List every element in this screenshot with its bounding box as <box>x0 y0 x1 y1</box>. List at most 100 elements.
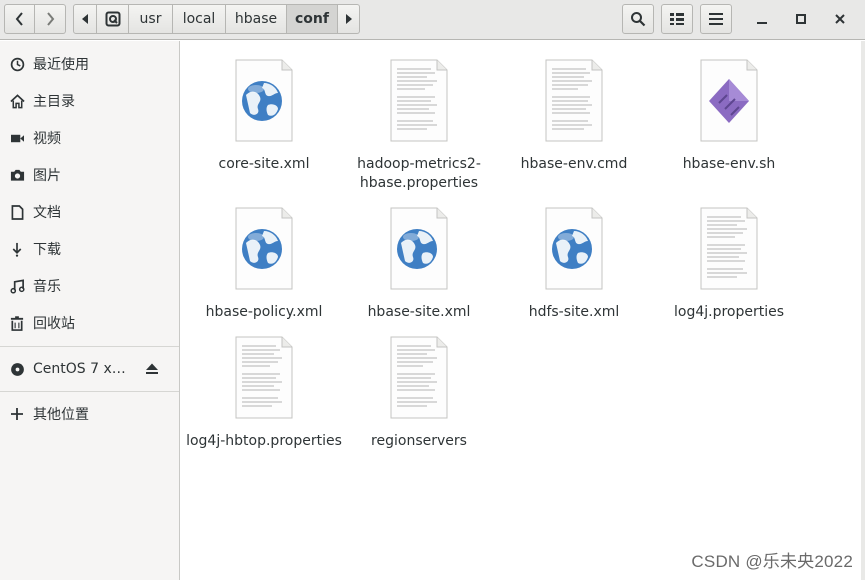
disc-icon <box>9 361 25 377</box>
path-crumb-usr[interactable]: usr <box>129 4 173 34</box>
minimize-button[interactable] <box>750 7 774 31</box>
sidebar-item-trash[interactable]: 回收站 <box>0 306 179 340</box>
sidebar-item-videos[interactable]: 视频 <box>0 121 179 155</box>
home-icon <box>9 93 25 109</box>
web-document-icon <box>232 59 296 147</box>
file-name: hdfs-site.xml <box>528 304 620 320</box>
sidebar-item-label: 图片 <box>33 168 61 184</box>
view-mode-button[interactable] <box>661 4 693 34</box>
header-bar: usr local hbase conf <box>0 0 865 40</box>
sidebar-item-label: CentOS 7 x… <box>33 361 126 377</box>
text-document-icon <box>387 336 451 424</box>
list-view-icon <box>670 13 684 25</box>
triangle-left-icon <box>82 14 88 24</box>
path-root-button[interactable] <box>97 4 129 34</box>
sidebar-item-documents[interactable]: 文档 <box>0 195 179 229</box>
sidebar-item-other-locations[interactable]: 其他位置 <box>0 397 179 431</box>
crumb-label: conf <box>295 11 329 27</box>
file-item[interactable]: core-site.xml <box>184 59 344 174</box>
close-icon <box>835 14 845 24</box>
file-name: hadoop-metrics2-hbase.properties <box>357 156 481 191</box>
chevron-left-icon <box>15 12 23 26</box>
chevron-right-icon <box>47 12 55 26</box>
file-name: hbase-policy.xml <box>205 304 323 320</box>
menu-button[interactable] <box>700 4 732 34</box>
sidebar-item-music[interactable]: 音乐 <box>0 269 179 303</box>
sidebar-item-home[interactable]: 主目录 <box>0 84 179 118</box>
download-icon <box>9 241 25 257</box>
sidebar-item-label: 下载 <box>33 242 61 258</box>
places-sidebar: 最近使用 主目录 视频 图片 文档 下载 音乐 回收站 CentOS 7 x… … <box>0 41 180 580</box>
file-name: hbase-env.cmd <box>520 156 628 172</box>
sidebar-separator <box>0 346 179 347</box>
sidebar-item-label: 主目录 <box>33 94 75 110</box>
triangle-right-icon <box>345 14 352 24</box>
web-document-icon <box>232 207 296 295</box>
file-item[interactable]: hdfs-site.xml <box>494 207 654 322</box>
path-crumb-hbase[interactable]: hbase <box>226 4 287 34</box>
file-item[interactable]: hbase-site.xml <box>339 207 499 322</box>
file-name: log4j-hbtop.properties <box>186 433 342 449</box>
text-document-icon <box>697 207 761 295</box>
eject-button[interactable] <box>143 361 161 377</box>
search-icon <box>631 12 646 27</box>
video-icon <box>9 130 25 146</box>
crumb-label: usr <box>139 11 162 27</box>
file-item[interactable]: hbase-env.cmd <box>494 59 654 174</box>
scrollbar[interactable] <box>861 41 865 580</box>
file-name: regionservers <box>371 433 467 449</box>
minimize-icon <box>757 22 767 24</box>
close-button[interactable] <box>828 7 852 31</box>
sidebar-item-recent[interactable]: 最近使用 <box>0 47 179 81</box>
sidebar-item-label: 视频 <box>33 131 61 147</box>
file-item[interactable]: log4j-hbtop.properties <box>184 336 344 451</box>
text-document-icon <box>232 336 296 424</box>
file-item[interactable]: hbase-env.sh <box>649 59 809 174</box>
sidebar-item-label: 最近使用 <box>33 57 89 73</box>
text-document-icon <box>542 59 606 147</box>
trash-icon <box>9 315 25 331</box>
file-name: log4j.properties <box>673 304 785 320</box>
history-nav <box>4 4 66 34</box>
path-scroll-right-button[interactable] <box>338 4 360 34</box>
script-document-icon <box>697 59 761 147</box>
file-item[interactable]: hadoop-metrics2-hbase.properties <box>339 59 499 193</box>
watermark: CSDN @乐未央2022 <box>691 552 853 571</box>
sidebar-item-label: 音乐 <box>33 279 61 295</box>
path-bar: usr local hbase conf <box>73 4 360 34</box>
forward-button[interactable] <box>35 4 66 34</box>
file-item[interactable]: hbase-policy.xml <box>184 207 344 322</box>
sidebar-item-pictures[interactable]: 图片 <box>0 158 179 192</box>
crumb-label: local <box>182 11 216 27</box>
text-document-icon <box>387 59 451 147</box>
web-document-icon <box>387 207 451 295</box>
file-grid: core-site.xml hadoop-metrics2-hbase.prop… <box>181 41 865 580</box>
path-crumb-conf[interactable]: conf <box>287 4 338 34</box>
file-item[interactable]: log4j.properties <box>649 207 809 322</box>
sidebar-item-downloads[interactable]: 下载 <box>0 232 179 266</box>
sidebar-separator <box>0 391 179 392</box>
back-button[interactable] <box>4 4 35 34</box>
drive-icon <box>105 11 120 27</box>
hamburger-menu-icon <box>709 13 723 25</box>
maximize-button[interactable] <box>789 7 813 31</box>
sidebar-item-label: 其他位置 <box>33 407 89 423</box>
web-document-icon <box>542 207 606 295</box>
eject-icon <box>146 363 158 374</box>
sidebar-item-label: 文档 <box>33 205 61 221</box>
music-icon <box>9 278 25 294</box>
plus-icon <box>9 406 25 422</box>
maximize-icon <box>796 14 806 24</box>
file-name: core-site.xml <box>218 156 310 172</box>
crumb-label: hbase <box>234 11 278 27</box>
file-name: hbase-env.sh <box>682 156 776 172</box>
clock-icon <box>9 56 25 72</box>
sidebar-item-label: 回收站 <box>33 316 75 332</box>
file-item[interactable]: regionservers <box>339 336 499 451</box>
file-name: hbase-site.xml <box>367 304 471 320</box>
path-crumb-local[interactable]: local <box>173 4 226 34</box>
search-button[interactable] <box>622 4 654 34</box>
path-scroll-left-button[interactable] <box>73 4 97 34</box>
document-icon <box>9 204 25 220</box>
camera-icon <box>9 167 25 183</box>
